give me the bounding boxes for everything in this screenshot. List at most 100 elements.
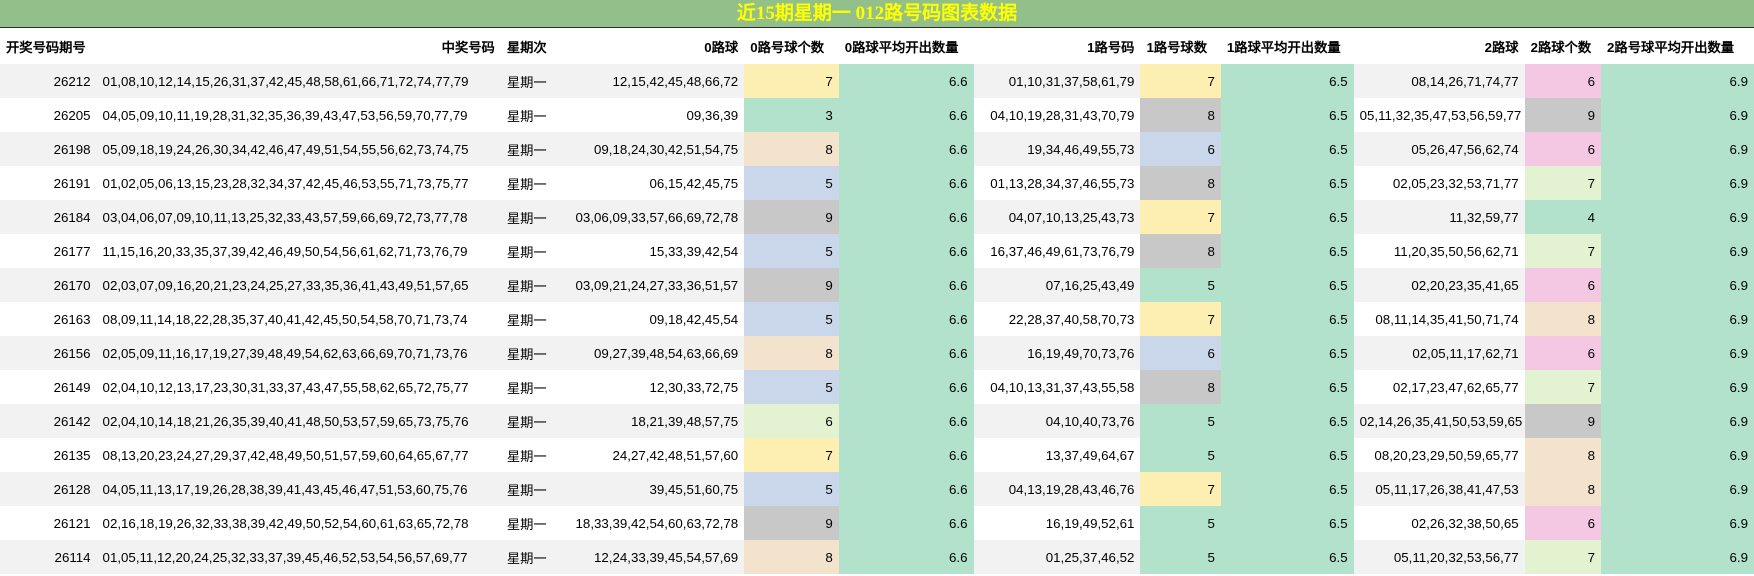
cell-route0-avg[interactable]: 6.6 xyxy=(838,132,974,166)
cell-route2-avg[interactable]: 6.9 xyxy=(1601,268,1754,302)
cell-winning-numbers[interactable]: 02,03,07,09,16,20,21,23,24,25,27,33,35,3… xyxy=(96,268,501,302)
cell-route0-balls[interactable]: 09,27,39,48,54,63,66,69 xyxy=(555,336,745,370)
cell-winning-numbers[interactable]: 02,05,09,11,16,17,19,27,39,48,49,54,62,6… xyxy=(96,336,501,370)
cell-route1-numbers[interactable]: 16,19,49,70,73,76 xyxy=(973,336,1141,370)
cell-route1-numbers[interactable]: 04,10,19,28,31,43,70,79 xyxy=(973,98,1141,132)
cell-route2-avg[interactable]: 6.9 xyxy=(1601,438,1754,472)
cell-weekday[interactable]: 星期一 xyxy=(500,200,556,234)
cell-weekday[interactable]: 星期一 xyxy=(500,268,556,302)
cell-route1-count[interactable]: 8 xyxy=(1140,98,1221,132)
cell-winning-numbers[interactable]: 01,08,10,12,14,15,26,31,37,42,45,48,58,6… xyxy=(96,64,501,98)
cell-route2-avg[interactable]: 6.9 xyxy=(1601,370,1754,404)
cell-route0-count[interactable]: 9 xyxy=(744,200,839,234)
cell-route0-avg[interactable]: 6.6 xyxy=(838,336,974,370)
cell-period[interactable]: 26212 xyxy=(0,64,97,98)
col-header-route0-count[interactable]: 0路号球个数 xyxy=(744,28,839,64)
cell-winning-numbers[interactable]: 08,13,20,23,24,27,29,37,42,48,49,50,51,5… xyxy=(96,438,501,472)
cell-route2-avg[interactable]: 6.9 xyxy=(1601,540,1754,574)
cell-weekday[interactable]: 星期一 xyxy=(500,438,556,472)
cell-route1-count[interactable]: 7 xyxy=(1140,302,1221,336)
cell-route1-avg[interactable]: 6.5 xyxy=(1220,166,1354,200)
cell-weekday[interactable]: 星期一 xyxy=(500,64,556,98)
cell-winning-numbers[interactable]: 01,05,11,12,20,24,25,32,33,37,39,45,46,5… xyxy=(96,540,501,574)
cell-route2-balls[interactable]: 08,14,26,71,74,77 xyxy=(1353,64,1525,98)
cell-route0-count[interactable]: 5 xyxy=(744,234,839,268)
cell-route0-count[interactable]: 5 xyxy=(744,370,839,404)
cell-route0-balls[interactable]: 03,06,09,33,57,66,69,72,78 xyxy=(555,200,745,234)
cell-period[interactable]: 26135 xyxy=(0,438,97,472)
cell-route2-count[interactable]: 9 xyxy=(1524,404,1602,438)
cell-winning-numbers[interactable]: 08,09,11,14,18,22,28,35,37,40,41,42,45,5… xyxy=(96,302,501,336)
cell-winning-numbers[interactable]: 04,05,09,10,11,19,28,31,32,35,36,39,43,4… xyxy=(96,98,501,132)
cell-winning-numbers[interactable]: 05,09,18,19,24,26,30,34,42,46,47,49,51,5… xyxy=(96,132,501,166)
cell-route0-balls[interactable]: 06,15,42,45,75 xyxy=(555,166,745,200)
cell-period[interactable]: 26177 xyxy=(0,234,97,268)
cell-route0-avg[interactable]: 6.6 xyxy=(838,166,974,200)
cell-route1-avg[interactable]: 6.5 xyxy=(1220,370,1354,404)
cell-route2-count[interactable]: 4 xyxy=(1524,200,1602,234)
cell-period[interactable]: 26128 xyxy=(0,472,97,506)
cell-route2-avg[interactable]: 6.9 xyxy=(1601,336,1754,370)
col-header-winning-numbers[interactable]: 中奖号码 xyxy=(97,28,501,64)
cell-route1-count[interactable]: 5 xyxy=(1140,404,1221,438)
cell-route2-balls[interactable]: 11,20,35,50,56,62,71 xyxy=(1353,234,1525,268)
cell-route1-numbers[interactable]: 04,10,40,73,76 xyxy=(973,404,1141,438)
cell-weekday[interactable]: 星期一 xyxy=(500,404,556,438)
cell-route0-balls[interactable]: 18,33,39,42,54,60,63,72,78 xyxy=(555,506,745,540)
cell-period[interactable]: 26156 xyxy=(0,336,97,370)
cell-route0-balls[interactable]: 03,09,21,24,27,33,36,51,57 xyxy=(555,268,745,302)
cell-route2-avg[interactable]: 6.9 xyxy=(1601,302,1754,336)
cell-route1-numbers[interactable]: 16,19,49,52,61 xyxy=(973,506,1141,540)
cell-route1-avg[interactable]: 6.5 xyxy=(1220,336,1354,370)
col-header-period[interactable]: 开奖号码期号 xyxy=(0,28,97,64)
cell-route2-count[interactable]: 8 xyxy=(1524,472,1602,506)
cell-route2-avg[interactable]: 6.9 xyxy=(1601,98,1754,132)
cell-route2-avg[interactable]: 6.9 xyxy=(1601,200,1754,234)
cell-route0-count[interactable]: 8 xyxy=(744,336,839,370)
cell-route0-avg[interactable]: 6.6 xyxy=(838,302,974,336)
cell-route0-avg[interactable]: 6.6 xyxy=(838,370,974,404)
cell-period[interactable]: 26191 xyxy=(0,166,97,200)
cell-period[interactable]: 26121 xyxy=(0,506,97,540)
cell-route1-count[interactable]: 6 xyxy=(1140,336,1221,370)
cell-route2-balls[interactable]: 05,11,20,32,53,56,77 xyxy=(1353,540,1525,574)
cell-route0-count[interactable]: 8 xyxy=(744,540,839,574)
cell-route1-avg[interactable]: 6.5 xyxy=(1220,506,1354,540)
col-header-route0-balls[interactable]: 0路球 xyxy=(555,28,744,64)
cell-route0-avg[interactable]: 6.6 xyxy=(838,234,974,268)
cell-route0-balls[interactable]: 12,24,33,39,45,54,57,69 xyxy=(555,540,745,574)
cell-route2-avg[interactable]: 6.9 xyxy=(1601,404,1754,438)
cell-route1-count[interactable]: 5 xyxy=(1140,540,1221,574)
cell-route1-avg[interactable]: 6.5 xyxy=(1220,302,1354,336)
cell-weekday[interactable]: 星期一 xyxy=(500,302,556,336)
cell-winning-numbers[interactable]: 01,02,05,06,13,15,23,28,32,34,37,42,45,4… xyxy=(96,166,501,200)
cell-route0-balls[interactable]: 12,15,42,45,48,66,72 xyxy=(555,64,745,98)
cell-weekday[interactable]: 星期一 xyxy=(500,336,556,370)
cell-period[interactable]: 26142 xyxy=(0,404,97,438)
cell-route0-count[interactable]: 8 xyxy=(744,132,839,166)
cell-route0-avg[interactable]: 6.6 xyxy=(838,404,974,438)
cell-period[interactable]: 26163 xyxy=(0,302,97,336)
cell-route0-avg[interactable]: 6.6 xyxy=(838,200,974,234)
cell-route0-balls[interactable]: 09,18,42,45,54 xyxy=(555,302,745,336)
cell-route0-count[interactable]: 9 xyxy=(744,268,839,302)
cell-route1-count[interactable]: 7 xyxy=(1140,64,1221,98)
cell-period[interactable]: 26114 xyxy=(0,540,97,574)
cell-route2-avg[interactable]: 6.9 xyxy=(1601,132,1754,166)
cell-route2-count[interactable]: 6 xyxy=(1524,268,1602,302)
cell-route1-numbers[interactable]: 19,34,46,49,55,73 xyxy=(973,132,1141,166)
cell-weekday[interactable]: 星期一 xyxy=(500,132,556,166)
cell-route0-count[interactable]: 5 xyxy=(744,166,839,200)
cell-period[interactable]: 26149 xyxy=(0,370,97,404)
cell-route1-avg[interactable]: 6.5 xyxy=(1220,234,1354,268)
cell-route2-count[interactable]: 7 xyxy=(1524,370,1602,404)
cell-route2-avg[interactable]: 6.9 xyxy=(1601,472,1754,506)
cell-route0-count[interactable]: 7 xyxy=(744,438,839,472)
cell-route1-avg[interactable]: 6.5 xyxy=(1220,438,1354,472)
cell-route2-balls[interactable]: 05,11,32,35,47,53,56,59,77 xyxy=(1353,98,1525,132)
cell-route0-count[interactable]: 5 xyxy=(744,302,839,336)
cell-route1-count[interactable]: 5 xyxy=(1140,268,1221,302)
cell-route2-count[interactable]: 8 xyxy=(1524,302,1602,336)
cell-route1-numbers[interactable]: 01,25,37,46,52 xyxy=(973,540,1141,574)
cell-weekday[interactable]: 星期一 xyxy=(500,166,556,200)
